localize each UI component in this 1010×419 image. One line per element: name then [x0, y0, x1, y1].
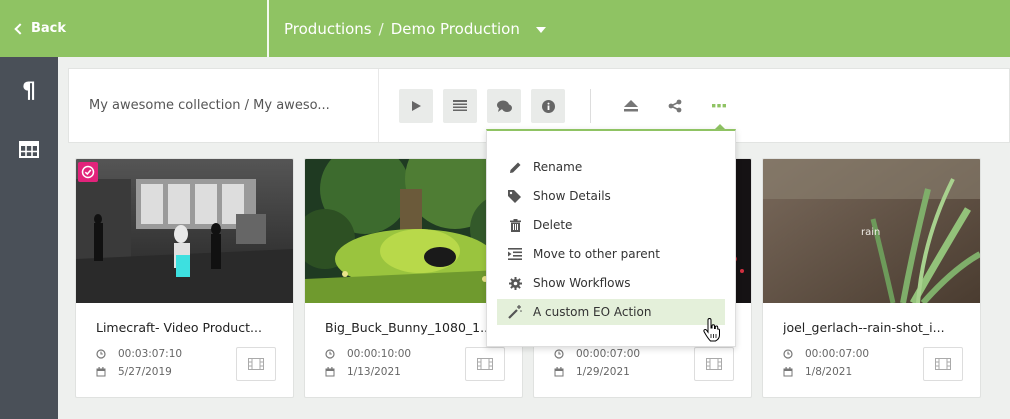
asset-duration: 00:00:10:00: [325, 348, 411, 360]
asset-thumbnail[interactable]: [76, 159, 293, 303]
asset-duration: 00:03:07:10: [96, 348, 182, 360]
more-actions-button[interactable]: [702, 89, 736, 123]
list-button[interactable]: [443, 89, 477, 123]
asset-title: Limecraft- Video Product...: [96, 320, 262, 335]
play-icon: [412, 101, 421, 111]
comments-icon: [496, 100, 512, 112]
more-actions-menu: Rename Show Details Delete Move to other…: [486, 129, 736, 347]
asset-thumbnail[interactable]: rain: [763, 159, 980, 303]
caret-down-icon[interactable]: [535, 26, 546, 33]
menu-item-label: A custom EO Action: [533, 305, 652, 319]
breadcrumb: Productions / Demo Production: [284, 0, 546, 57]
asset-duration: 00:00:07:00: [783, 348, 869, 360]
asset-date: 1/13/2021: [325, 366, 401, 378]
duration-value: 00:00:10:00: [347, 348, 412, 360]
date-value: 5/27/2019: [118, 366, 172, 378]
toolbar-separator: [590, 89, 591, 123]
asset-date: 1/8/2021: [783, 366, 852, 378]
top-divider: [267, 0, 269, 57]
asset-date: 5/27/2019: [96, 366, 172, 378]
info-icon: [541, 99, 555, 113]
hand-pointer-icon: [703, 317, 721, 346]
film-button[interactable]: [923, 347, 963, 381]
chevron-left-icon: [14, 23, 26, 35]
thumb-overlay-text: rain: [861, 227, 880, 238]
pencil-icon: [507, 159, 523, 175]
eject-icon: [624, 100, 638, 112]
tags-icon: [507, 188, 523, 204]
menu-item-show-workflows[interactable]: Show Workflows: [497, 270, 725, 296]
menu-item-custom-eo-action[interactable]: A custom EO Action: [497, 299, 725, 325]
breadcrumb-productions[interactable]: Productions: [284, 20, 372, 38]
film-icon: [477, 358, 493, 370]
eject-button[interactable]: [614, 89, 648, 123]
duration-value: 00:00:07:00: [805, 348, 870, 360]
menu-item-move-to-other-parent[interactable]: Move to other parent: [497, 241, 725, 267]
film-button[interactable]: [465, 347, 505, 381]
clock-icon: [325, 349, 335, 359]
calendar-icon: [783, 367, 793, 377]
film-button[interactable]: [694, 347, 734, 381]
back-button[interactable]: Back: [0, 0, 267, 57]
breadcrumb-separator: /: [378, 19, 384, 38]
indent-icon: [507, 246, 523, 262]
calendar-icon: [325, 367, 335, 377]
toolbar-divider: [378, 69, 379, 142]
date-value: 1/8/2021: [805, 366, 853, 378]
clock-icon: [783, 349, 793, 359]
menu-item-label: Move to other parent: [533, 247, 660, 261]
back-label: Back: [31, 21, 67, 36]
trash-icon: [507, 217, 523, 233]
magic-wand-icon: [507, 304, 523, 320]
menu-item-show-details[interactable]: Show Details: [497, 183, 725, 209]
clock-icon: [96, 349, 106, 359]
date-value: 1/13/2021: [347, 366, 401, 378]
duration-value: 00:00:07:00: [576, 348, 641, 360]
menu-item-rename[interactable]: Rename: [497, 154, 725, 180]
info-button[interactable]: [531, 89, 565, 123]
gear-icon: [507, 275, 523, 291]
asset-duration: 00:00:07:00: [554, 348, 640, 360]
film-icon: [935, 358, 951, 370]
asset-title: joel_gerlach--rain-shot_i...: [783, 320, 945, 335]
top-bar: Back Productions / Demo Production: [0, 0, 1010, 57]
menu-item-label: Rename: [533, 160, 583, 174]
film-icon: [706, 358, 722, 370]
ellipsis-icon: [712, 104, 726, 108]
paragraph-icon[interactable]: ¶: [17, 79, 41, 104]
film-icon: [248, 358, 264, 370]
breadcrumb-current[interactable]: Demo Production: [391, 20, 520, 38]
clock-icon: [554, 349, 564, 359]
share-icon: [668, 99, 682, 113]
collection-title: My awesome collection / My aweso...: [89, 98, 330, 113]
asset-card[interactable]: rain joel_gerlach--rain-shot_i... 00:00:…: [762, 158, 981, 398]
date-value: 1/29/2021: [576, 366, 630, 378]
share-button[interactable]: [658, 89, 692, 123]
table-icon[interactable]: [17, 137, 41, 161]
selected-check-icon[interactable]: [78, 162, 98, 182]
menu-item-label: Show Workflows: [533, 276, 631, 290]
list-icon: [453, 100, 467, 111]
play-button[interactable]: [399, 89, 433, 123]
asset-title: Big_Buck_Bunny_1080_1...: [325, 320, 493, 335]
asset-date: 1/29/2021: [554, 366, 630, 378]
asset-card[interactable]: Limecraft- Video Product... 00:03:07:10 …: [75, 158, 294, 398]
film-button[interactable]: [236, 347, 276, 381]
duration-value: 00:03:07:10: [118, 348, 183, 360]
calendar-icon: [554, 367, 564, 377]
menu-item-label: Delete: [533, 218, 573, 232]
calendar-icon: [96, 367, 106, 377]
menu-item-delete[interactable]: Delete: [497, 212, 725, 238]
comments-button[interactable]: [487, 89, 521, 123]
left-rail: ¶: [0, 57, 58, 419]
menu-item-label: Show Details: [533, 189, 611, 203]
